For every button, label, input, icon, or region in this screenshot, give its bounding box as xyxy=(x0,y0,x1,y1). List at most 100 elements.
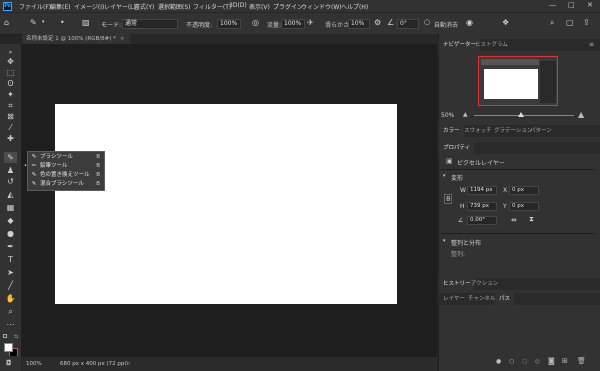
zoom-in-icon[interactable]: ▲ xyxy=(578,110,584,119)
flyout-item-pencil[interactable]: ✏ 鉛筆ツール B xyxy=(30,162,104,171)
menu-layer[interactable]: レイヤー(L) xyxy=(104,2,136,11)
maximize-button[interactable]: □ xyxy=(568,1,575,9)
zoom-tool-icon[interactable]: ⌕ xyxy=(4,306,17,317)
stamp-tool-icon[interactable]: ♟ xyxy=(4,165,17,176)
flip-horizontal-icon[interactable]: ⇹ xyxy=(511,216,517,224)
height-field[interactable]: 739 px xyxy=(467,202,497,211)
gear-icon[interactable]: ⚙ xyxy=(374,18,381,27)
color-replacement-icon: ✎ xyxy=(31,172,37,178)
link-icon[interactable]: 8 xyxy=(444,194,453,204)
menu-filter[interactable]: フィルター(T) xyxy=(193,2,231,11)
menu-plugins[interactable]: プラグイン xyxy=(273,2,303,11)
foreground-color-swatch[interactable] xyxy=(4,343,13,352)
add-mask-icon[interactable]: ◙ xyxy=(548,357,555,365)
quick-mask-icon[interactable]: ◘ xyxy=(6,359,12,367)
minimize-button[interactable]: — xyxy=(549,1,556,9)
tab-histogram[interactable]: ヒストグラム xyxy=(471,39,512,51)
navigator-zoom-value[interactable]: 50% xyxy=(441,112,454,119)
dodge-tool-icon[interactable]: ● xyxy=(4,228,17,239)
status-zoom[interactable]: 100% xyxy=(26,361,42,367)
path-selection-tool-icon[interactable]: ➤ xyxy=(4,267,17,278)
menu-type[interactable]: 書式(Y) xyxy=(134,2,154,11)
crop-tool-icon[interactable]: ⌗ xyxy=(4,100,17,111)
fill-path-icon[interactable]: ● xyxy=(496,358,501,365)
navigator-thumbnail[interactable] xyxy=(478,56,558,106)
healing-brush-tool-icon[interactable]: ✚ xyxy=(4,133,17,144)
make-path-icon[interactable]: ◇ xyxy=(535,358,540,365)
angle-field[interactable]: 0° xyxy=(397,19,419,29)
search-icon[interactable]: ⌕ xyxy=(550,18,554,28)
close-tab-icon[interactable]: × xyxy=(120,36,125,42)
document-tab[interactable]: 名称未設定 1 @ 100% (RGB/8#) * × xyxy=(22,34,130,44)
menu-select[interactable]: 選択範囲(S) xyxy=(158,2,191,11)
rotation-field[interactable]: 0.00° xyxy=(467,216,497,225)
mode-select[interactable]: 通常 xyxy=(122,19,178,29)
load-selection-icon[interactable]: ◌ xyxy=(522,358,527,365)
stroke-path-icon[interactable]: ○ xyxy=(509,358,514,365)
swap-colors-icon[interactable]: ⇆ xyxy=(14,334,18,340)
navigator-slider-handle[interactable] xyxy=(518,112,524,117)
new-path-icon[interactable]: ⊞ xyxy=(562,357,568,365)
smoothing-field[interactable]: 10% xyxy=(348,19,370,29)
x-field[interactable]: 0 px xyxy=(509,186,539,195)
symmetry-icon[interactable]: ❖ xyxy=(502,18,509,27)
line-tool-icon[interactable]: ╱ xyxy=(4,280,17,291)
share-icon[interactable]: ⇪ xyxy=(583,18,590,27)
chevron-down-icon[interactable]: ▾ xyxy=(42,19,45,25)
lasso-tool-icon[interactable]: ʘ xyxy=(4,78,17,89)
menu-edit[interactable]: 編集(E) xyxy=(50,2,70,11)
eraser-tool-icon[interactable]: ◭ xyxy=(4,189,17,200)
panel-menu-icon[interactable]: ≡ xyxy=(589,41,594,48)
menu-file[interactable]: ファイル(F) xyxy=(19,2,51,11)
tab-paths[interactable]: パス xyxy=(495,293,515,305)
pressure-size-icon[interactable]: ◉ xyxy=(466,18,473,27)
menu-help[interactable]: ヘルプ(H) xyxy=(341,2,368,11)
tab-actions[interactable]: アクション xyxy=(467,278,502,290)
document-canvas[interactable] xyxy=(55,104,397,304)
more-tools-icon[interactable]: ⋯ xyxy=(4,319,17,330)
flyout-item-brush[interactable]: ✎ ブラシツール B xyxy=(30,153,104,162)
close-button[interactable]: ✕ xyxy=(587,1,593,9)
tab-properties[interactable]: プロパティ xyxy=(439,142,475,154)
brush-size-icon[interactable]: • xyxy=(60,18,65,27)
type-tool-icon[interactable]: T xyxy=(4,254,17,265)
menu-view[interactable]: 表示(V) xyxy=(249,2,270,11)
marquee-tool-icon[interactable]: ⬚ xyxy=(4,67,17,78)
opacity-field[interactable]: 100% xyxy=(217,19,241,29)
menu-3d[interactable]: 3D(D) xyxy=(229,2,247,9)
menu-window[interactable]: ウィンドウ(W) xyxy=(301,2,342,11)
default-colors-icon[interactable] xyxy=(3,334,7,338)
brush-tool-icon[interactable]: ✎ xyxy=(4,152,17,163)
width-field[interactable]: 1194 px xyxy=(467,186,497,195)
brush-settings-icon[interactable]: ▨ xyxy=(82,18,90,27)
pen-tool-icon[interactable]: ✒ xyxy=(4,241,17,252)
trash-icon[interactable]: 🗑 xyxy=(577,357,586,365)
chevron-down-icon[interactable]: ▾ xyxy=(443,173,446,179)
airbrush-icon[interactable]: ✈ xyxy=(307,18,314,27)
status-arrow-icon[interactable]: › xyxy=(128,360,130,367)
frame-tool-icon[interactable]: ⊠ xyxy=(4,111,17,122)
history-brush-tool-icon[interactable]: ↺ xyxy=(4,176,17,187)
workspace-icon[interactable]: ▢ xyxy=(566,18,574,27)
zoom-out-icon[interactable]: ▲ xyxy=(463,111,468,118)
eyedropper-tool-icon[interactable]: ⁄ xyxy=(4,122,17,133)
move-tool-icon[interactable]: ✥ xyxy=(4,56,17,67)
flyout-item-mixer-brush[interactable]: ✎ 混合ブラシツール B xyxy=(30,180,104,189)
flip-vertical-icon[interactable]: ⧗ xyxy=(529,215,534,224)
home-icon[interactable]: ⌂ xyxy=(4,18,9,27)
chevron-down-icon[interactable]: ▾ xyxy=(443,238,446,244)
flyout-item-color-replacement[interactable]: ✎ 色の置き換えツール B xyxy=(30,171,104,180)
pressure-opacity-icon[interactable]: ◎ xyxy=(252,18,259,27)
auto-erase-checkbox[interactable]: ○ xyxy=(424,18,430,26)
magic-wand-tool-icon[interactable]: ✦ xyxy=(4,89,17,100)
gradient-tool-icon[interactable]: ▦ xyxy=(4,202,17,213)
hand-tool-icon[interactable]: ✋ xyxy=(4,293,17,304)
y-field[interactable]: 0 px xyxy=(509,202,539,211)
flow-field[interactable]: 100% xyxy=(281,19,305,29)
menu-image[interactable]: イメージ(I) xyxy=(74,2,104,11)
brush-preset-icon[interactable]: ✎ xyxy=(30,18,37,27)
mixer-brush-icon: ✎ xyxy=(31,181,37,187)
tab-patterns[interactable]: パターン xyxy=(526,125,556,137)
blur-tool-icon[interactable]: ◆ xyxy=(4,215,17,226)
navigator-zoom-slider[interactable] xyxy=(474,115,574,116)
